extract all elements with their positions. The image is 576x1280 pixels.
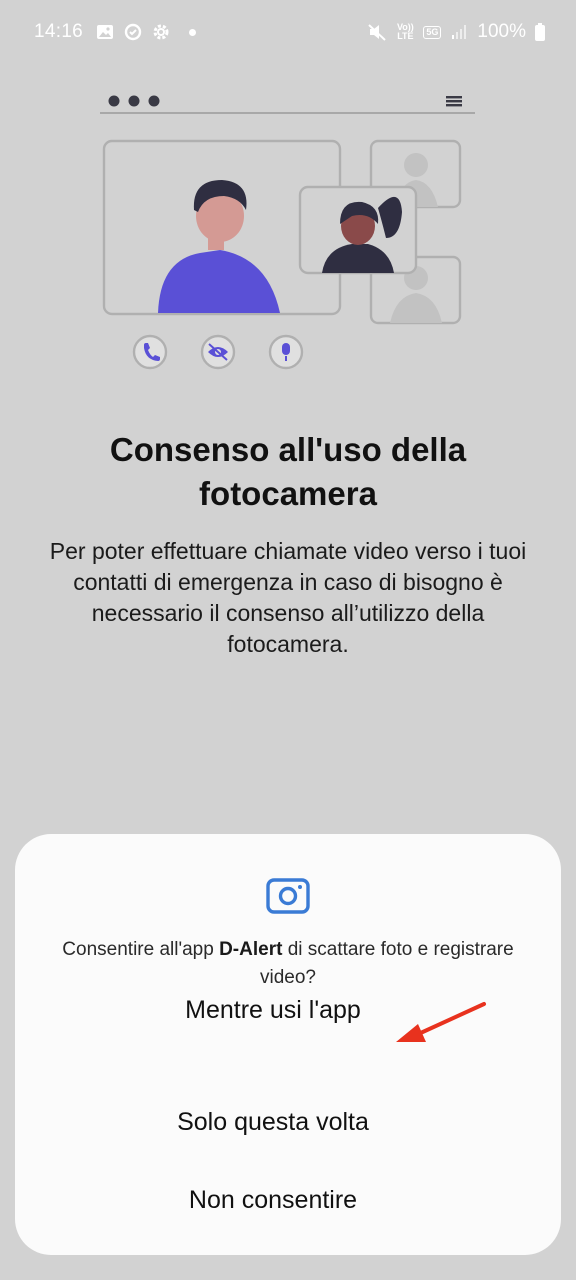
window-dot	[148, 95, 160, 107]
signal-icon	[452, 25, 467, 39]
mute-icon	[368, 24, 387, 41]
status-time: 14:16	[34, 21, 84, 42]
video-call-illustration	[100, 95, 475, 370]
battery-percent: 100%	[477, 21, 526, 42]
page-title: Consenso all'uso della fotocamera	[109, 431, 467, 512]
window-dot	[108, 95, 120, 107]
status-bar-left: 14:16	[34, 21, 197, 43]
phone-icon	[132, 334, 168, 370]
allow-once-button[interactable]: Solo questa volta	[60, 1092, 486, 1152]
hamburger-menu-icon	[446, 96, 462, 107]
camera-icon	[266, 878, 310, 914]
deny-button[interactable]: Non consentire	[60, 1170, 486, 1230]
notification-dot	[189, 28, 197, 36]
red-arrow-annotation	[396, 1002, 486, 1042]
5g-icon: 5G	[423, 25, 442, 39]
man-avatar	[158, 180, 280, 313]
window-dot	[128, 95, 140, 107]
battery-icon	[535, 23, 545, 41]
settings-icon	[153, 24, 169, 40]
sync-icon	[124, 23, 142, 41]
eye-off-icon	[200, 334, 236, 370]
volte-icon: Vo)) LTE	[396, 22, 414, 41]
status-bar: 14:16 Vo)) LTE 5G 100%	[0, 0, 576, 64]
dialog-message-prefix: Consentire all'app	[62, 939, 220, 960]
side-avatar	[390, 266, 442, 323]
page-description: Per poter effettuare chiamate video vers…	[49, 538, 527, 657]
gallery-icon	[97, 25, 114, 39]
mic-icon	[268, 334, 304, 370]
dialog-app-name: D-Alert	[219, 939, 283, 960]
status-bar-right: Vo)) LTE 5G 100%	[367, 21, 546, 43]
